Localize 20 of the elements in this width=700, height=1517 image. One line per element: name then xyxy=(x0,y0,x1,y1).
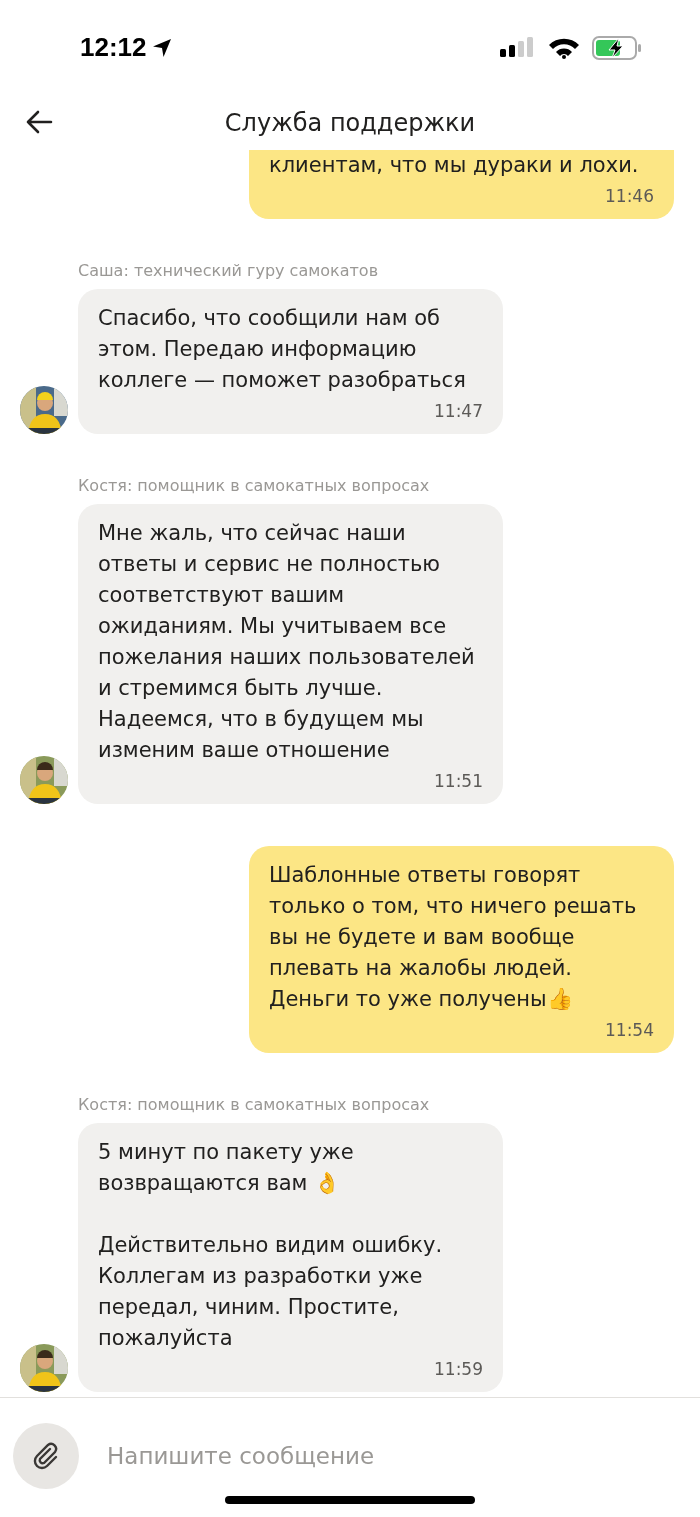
message-text: Мне жаль, что сейчас наши ответы и сервис не полностью соответствуют вашим ожиданиям. Мы учитываем все пожелания наших пользователей и стремимся быть лучше. Надеемся, что в будущем мы изменим ваше отношение xyxy=(98,520,476,764)
message-time: 11:54 xyxy=(604,1019,654,1041)
sender-name: Саша: технический гуру самокатов xyxy=(78,261,380,280)
message-time: 11:47 xyxy=(433,400,483,422)
clock-time: 12:12 xyxy=(80,32,147,63)
sender-name: Костя: помощник в самокатных вопросах xyxy=(78,476,431,495)
wifi-icon xyxy=(548,36,580,59)
message-time: 11:51 xyxy=(433,770,483,792)
message-time: 11:46 xyxy=(604,185,654,207)
battery-charging-icon xyxy=(592,35,642,60)
message-text: клиентам, что мы дураки и лохи. xyxy=(269,152,640,179)
message-text: Спасибо, что сообщили нам об этом. Передаю информацию коллеге — поможет разобраться xyxy=(98,305,467,394)
sender-name: Костя: помощник в самокатных вопросах xyxy=(78,1095,431,1114)
message-text: 5 минут по пакету уже возвращаются вам 👌 Действительно видим ошибку. Коллегам из разработки уже передал, чиним. Простите, пожалуйста xyxy=(98,1139,444,1352)
message-text: Шаблонные ответы говорят только о том, что ничего решать вы не будете и вам вообще плевать на жалобы людей. Деньги то уже получены👍 xyxy=(269,862,638,1013)
signal-icon xyxy=(500,36,536,59)
message-input[interactable]: Напишите сообщение xyxy=(105,1442,629,1470)
chat-title: Служба поддержки xyxy=(224,108,476,137)
location-arrow-icon xyxy=(150,36,173,59)
message-time: 11:59 xyxy=(433,1358,483,1380)
